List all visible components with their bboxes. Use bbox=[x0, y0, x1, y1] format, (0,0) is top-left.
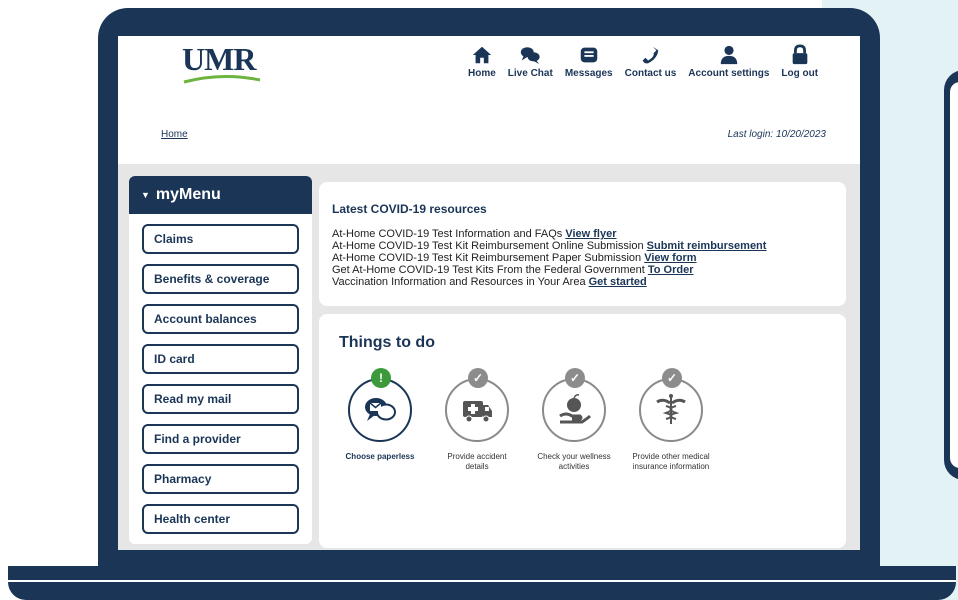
content-area: ▼ myMenu Claims Benefits & coverage Acco… bbox=[118, 164, 860, 550]
nav-label: Messages bbox=[564, 68, 613, 79]
nav-messages[interactable]: Messages bbox=[565, 44, 613, 79]
todo-choose-paperless[interactable]: ! Choose paperless bbox=[340, 368, 420, 462]
nav-log-out[interactable]: Log out bbox=[781, 44, 818, 79]
ambulance-icon bbox=[463, 401, 492, 423]
covid-line-text: Get At-Home COVID-19 Test Kits From the … bbox=[332, 264, 648, 276]
side-card bbox=[944, 70, 958, 480]
check-icon: ✓ bbox=[662, 368, 682, 388]
covid-line-text: At-Home COVID-19 Test Information and FA… bbox=[332, 228, 566, 240]
last-login: Last login: 10/20/2023 bbox=[727, 129, 826, 140]
view-form-link[interactable]: View form bbox=[644, 252, 696, 264]
menu-item-claims[interactable]: Claims bbox=[142, 224, 299, 254]
logo-text: UMR bbox=[182, 41, 256, 77]
nav-label: Log out bbox=[781, 68, 819, 79]
menu-item-read-my-mail[interactable]: Read my mail bbox=[142, 384, 299, 414]
nav-label: Live Chat bbox=[507, 68, 553, 79]
covid-line: At-Home COVID-19 Test Kit Reimbursement … bbox=[332, 240, 846, 252]
todo-wellness-activities[interactable]: ✓ Check your wellness activities bbox=[534, 368, 614, 472]
todo-circle: ✓ bbox=[445, 368, 509, 442]
covid-line-text: At-Home COVID-19 Test Kit Reimbursement … bbox=[332, 252, 645, 264]
todo-circle: ✓ bbox=[542, 368, 606, 442]
submit-reimbursement-link[interactable]: Submit reimbursement bbox=[647, 240, 767, 252]
things-to-do-title: Things to do bbox=[339, 334, 435, 351]
covid-line: At-Home COVID-19 Test Information and FA… bbox=[332, 228, 846, 240]
nav-account-settings[interactable]: Account settings bbox=[688, 44, 769, 79]
menu-item-health-center[interactable]: Health center bbox=[142, 504, 299, 534]
menu-item-pharmacy[interactable]: Pharmacy bbox=[142, 464, 299, 494]
paperless-icon bbox=[365, 398, 396, 421]
todo-accident-details[interactable]: ✓ Provide accident details bbox=[437, 368, 517, 472]
lock-icon bbox=[792, 44, 808, 65]
laptop-base-bottom bbox=[8, 582, 956, 600]
laptop-base bbox=[8, 566, 956, 580]
mymenu: ▼ myMenu Claims Benefits & coverage Acco… bbox=[129, 176, 312, 544]
nav-label: Home bbox=[468, 68, 496, 79]
side-card-screen bbox=[950, 82, 958, 468]
nav-live-chat[interactable]: Live Chat bbox=[508, 44, 553, 79]
covid-line-text: At-Home COVID-19 Test Kit Reimbursement … bbox=[332, 240, 647, 252]
things-to-do-card: Things to do ! Choose paperless ✓ Provid… bbox=[319, 314, 846, 548]
mymenu-title: myMenu bbox=[155, 186, 221, 203]
todo-label: Check your wellness activities bbox=[537, 452, 611, 471]
nav-home[interactable]: Home bbox=[468, 44, 496, 79]
breadcrumb-home[interactable]: Home bbox=[161, 129, 188, 140]
to-order-link[interactable]: To Order bbox=[648, 264, 694, 276]
caret-down-icon: ▼ bbox=[141, 190, 150, 200]
menu-item-account-balances[interactable]: Account balances bbox=[142, 304, 299, 334]
top-nav: Home Live Chat Messages Contact us Accou… bbox=[468, 44, 830, 79]
caduceus-icon bbox=[656, 394, 686, 424]
umr-logo[interactable]: UMR bbox=[182, 42, 262, 84]
menu-item-id-card[interactable]: ID card bbox=[142, 344, 299, 374]
todo-label: Provide accident details bbox=[447, 452, 507, 471]
nav-label: Contact us bbox=[624, 68, 677, 79]
menu-item-find-a-provider[interactable]: Find a provider bbox=[142, 424, 299, 454]
apple-hand-icon bbox=[559, 394, 592, 424]
nav-contact-us[interactable]: Contact us bbox=[624, 44, 677, 79]
get-started-link[interactable]: Get started bbox=[589, 276, 647, 288]
covid-line: Vaccination Information and Resources in… bbox=[332, 276, 846, 288]
nav-label: Account settings bbox=[688, 68, 770, 79]
home-icon bbox=[472, 46, 492, 64]
covid-line: At-Home COVID-19 Test Kit Reimbursement … bbox=[332, 252, 846, 264]
covid-title: Latest COVID-19 resources bbox=[332, 202, 487, 216]
todo-circle: ✓ bbox=[639, 368, 703, 442]
app-screen: UMR Home Live Chat Messages Contact us A… bbox=[118, 36, 860, 550]
phone-icon bbox=[643, 46, 659, 64]
covid-resources-card: Latest COVID-19 resources At-Home COVID-… bbox=[319, 182, 846, 306]
messages-icon bbox=[580, 47, 597, 63]
covid-line-text: Vaccination Information and Resources in… bbox=[332, 276, 589, 288]
mymenu-header[interactable]: ▼ myMenu bbox=[129, 176, 312, 214]
view-flyer-link[interactable]: View flyer bbox=[565, 228, 616, 240]
todo-circle: ! bbox=[348, 368, 412, 442]
todo-other-insurance[interactable]: ✓ Provide other medical insurance inform… bbox=[631, 368, 711, 472]
todo-label: Choose paperless bbox=[345, 452, 415, 461]
check-icon: ✓ bbox=[565, 368, 585, 388]
user-icon bbox=[720, 45, 738, 65]
covid-line: Get At-Home COVID-19 Test Kits From the … bbox=[332, 264, 846, 276]
alert-icon: ! bbox=[371, 368, 391, 388]
menu-item-benefits-coverage[interactable]: Benefits & coverage bbox=[142, 264, 299, 294]
chat-icon bbox=[521, 47, 540, 65]
todo-label: Provide other medical insurance informat… bbox=[632, 452, 710, 471]
check-icon: ✓ bbox=[468, 368, 488, 388]
